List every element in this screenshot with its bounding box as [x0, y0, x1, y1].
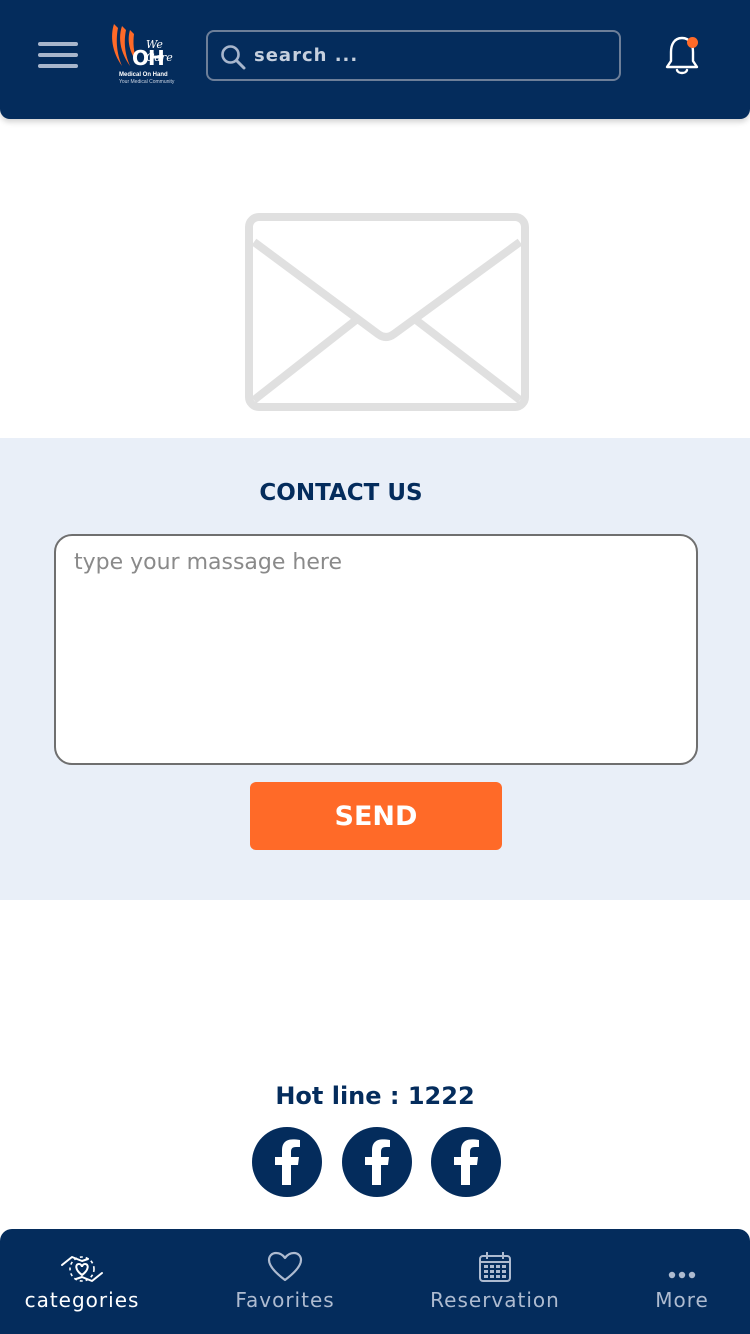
- message-input[interactable]: [74, 550, 674, 750]
- hamburger-menu-icon[interactable]: [38, 40, 78, 70]
- facebook-icon[interactable]: [342, 1127, 412, 1197]
- contact-section: CONTACT US SEND: [0, 438, 750, 900]
- app-header: We Care OH Medical On Hand Your Medical …: [0, 0, 750, 119]
- more-dots-icon: [668, 1271, 696, 1279]
- hotline-text: Hot line : 1222: [275, 1082, 475, 1110]
- care-hands-icon: [61, 1256, 103, 1282]
- search-input[interactable]: [254, 40, 604, 71]
- social-links: [252, 1127, 502, 1197]
- envelope-icon: [245, 213, 529, 411]
- heart-icon: [267, 1251, 303, 1282]
- contact-page: We Care OH Medical On Hand Your Medical …: [0, 0, 750, 1334]
- nav-label-categories: categories: [24, 1288, 140, 1312]
- notification-dot: [687, 37, 698, 48]
- message-box[interactable]: [54, 534, 698, 765]
- search-bar[interactable]: [206, 30, 621, 81]
- nav-label-favorites: Favorites: [235, 1288, 335, 1312]
- nav-label-more: More: [655, 1288, 709, 1312]
- send-button[interactable]: SEND: [250, 782, 502, 850]
- search-icon[interactable]: [220, 44, 246, 70]
- facebook-icon[interactable]: [431, 1127, 501, 1197]
- nav-item-favorites[interactable]: Favorites: [228, 1229, 342, 1334]
- logo-mark: OH: [132, 46, 165, 70]
- nav-item-categories[interactable]: categories: [22, 1229, 142, 1334]
- nav-item-more[interactable]: More: [650, 1229, 714, 1334]
- nav-label-reservation: Reservation: [430, 1288, 560, 1312]
- nav-item-reservation[interactable]: Reservation: [428, 1229, 562, 1334]
- app-logo[interactable]: We Care OH Medical On Hand Your Medical …: [108, 22, 182, 88]
- logo-name: Medical On Hand: [119, 72, 168, 78]
- notifications-button[interactable]: [664, 34, 700, 76]
- contact-title: CONTACT US: [259, 480, 423, 506]
- facebook-icon[interactable]: [252, 1127, 322, 1197]
- bottom-nav: categories Favorites Reservation More: [0, 1229, 750, 1334]
- logo-subtitle: Your Medical Community: [119, 79, 175, 85]
- calendar-icon: [479, 1252, 511, 1282]
